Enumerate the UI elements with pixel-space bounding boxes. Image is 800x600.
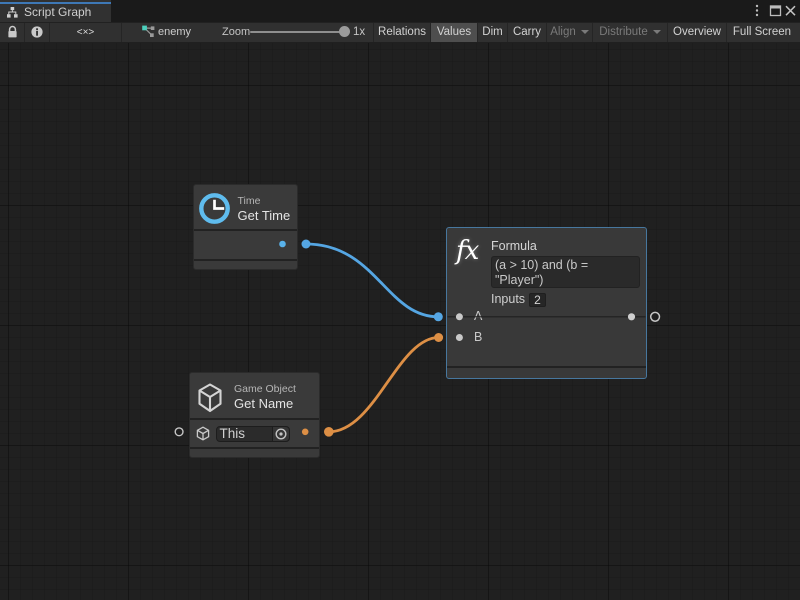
script-graph-window: Script Graph [0,0,800,600]
relations-button[interactable]: Relations [374,23,430,42]
formula-inputs-label: Inputs [491,292,525,306]
graph-icon [140,25,155,39]
node-title: Get Name [234,396,293,411]
graph-breadcrumb[interactable]: enemy [122,23,222,42]
edge-gettime-to-formula[interactable] [306,244,438,317]
target-object-field[interactable]: This [216,426,290,443]
lock-icon [6,25,19,39]
carry-button[interactable]: Carry [508,23,546,42]
node-separator [447,366,646,368]
lock-button[interactable] [0,23,24,42]
window-menu-button[interactable] [750,0,764,22]
graph-toolbar: <×> enemy Zoom 1x Relations Values Dim C… [0,22,800,42]
object-picker-button[interactable] [272,427,289,442]
fx-icon: fx [456,236,492,270]
port-b-label: B [474,330,482,344]
node-get-name[interactable]: Game Object Get Name This [189,372,320,458]
zoom-slider-knob[interactable] [339,26,350,37]
port-ring-getname-target[interactable] [175,428,183,436]
node-separator [194,229,297,231]
script-graph-icon [7,7,18,18]
node-category: Game Object [234,383,296,395]
graph-breadcrumb-label: enemy [158,26,191,38]
port-dot-formula-b-external[interactable] [434,333,443,342]
code-view-button[interactable]: <×> [50,23,121,42]
close-icon [783,0,798,22]
distribute-button-label: Distribute [599,26,648,38]
graph-canvas[interactable]: Time Get Time fx Formula (a > 10) and (b… [0,43,800,600]
port-dot-formula-a-external[interactable] [434,312,443,321]
tab-title: Script Graph [24,5,91,19]
object-picker-icon [275,428,287,440]
info-button[interactable] [25,23,49,42]
cube-icon [198,383,222,413]
tab-bar: Script Graph [0,0,800,22]
port-dot-getname-output-external[interactable] [324,427,334,437]
maximize-icon [768,0,783,22]
port-a-label: A [474,309,482,323]
distribute-button[interactable]: Distribute [593,23,667,42]
tab-script-graph[interactable]: Script Graph [0,0,111,22]
zoom-control: Zoom 1x [222,23,373,42]
node-title: Formula [491,239,537,253]
align-button[interactable]: Align [547,23,592,42]
dim-button[interactable]: Dim [478,23,507,42]
overview-button[interactable]: Overview [668,23,726,42]
formula-expression-input[interactable]: (a > 10) and (b = "Player") [491,256,640,288]
edges-overlay [0,43,800,600]
values-button[interactable]: Values [431,23,477,42]
node-separator [190,418,319,420]
tab-active-accent [0,2,111,4]
fullscreen-button[interactable]: Full Screen [727,23,797,42]
port-ring-formula-result-external[interactable] [651,312,660,321]
node-formula[interactable]: fx Formula (a > 10) and (b = "Player") I… [446,227,647,379]
zoom-label: Zoom [222,26,250,38]
chevron-down-icon [653,30,661,34]
port-dot-gettime-output-external[interactable] [302,240,311,249]
align-button-label: Align [550,26,576,38]
edge-getname-to-formula[interactable] [329,338,439,432]
node-category: Time [238,195,261,207]
clock-icon [199,193,230,224]
node-separator [190,447,319,449]
zoom-slider[interactable] [250,31,340,33]
cube-icon-small [196,426,210,441]
chevron-down-icon [581,30,589,34]
formula-inputs-count-input[interactable]: 2 [529,293,546,307]
node-title: Get Time [238,208,291,223]
info-icon [31,26,43,38]
node-get-time[interactable]: Time Get Time [193,184,298,270]
window-close-button[interactable] [783,0,798,22]
kebab-menu-icon [750,0,764,22]
node-separator [194,259,297,261]
target-object-value: This [220,427,246,442]
window-maximize-button[interactable] [768,0,783,22]
zoom-value: 1x [353,26,365,38]
